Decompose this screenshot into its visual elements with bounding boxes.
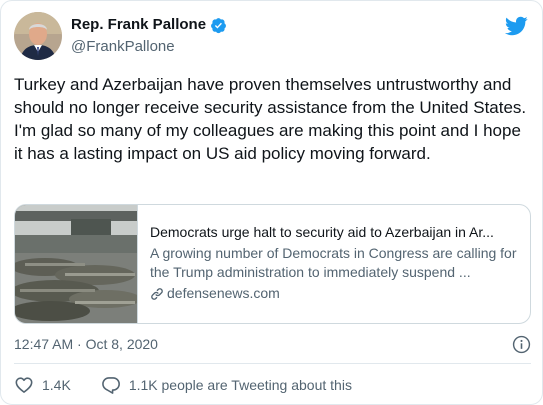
tweet-card: Rep. Frank Pallone @FrankPallone Turkey …: [0, 0, 543, 405]
link-preview-description: A growing number of Democrats in Congres…: [150, 245, 517, 280]
link-preview-card[interactable]: Democrats urge halt to security aid to A…: [14, 204, 531, 324]
link-preview-domain: defensenews.com: [167, 285, 280, 301]
like-button[interactable]: 1.4K: [14, 375, 71, 395]
heart-icon: [15, 377, 33, 393]
divider: [14, 363, 531, 364]
tweet-text: Turkey and Azerbaijan have proven themse…: [14, 75, 527, 163]
info-icon[interactable]: [512, 335, 531, 354]
verified-badge-icon: [210, 17, 227, 34]
link-icon: [151, 287, 163, 300]
tweet-meta: 12:47 AM · Oct 8, 2020: [14, 334, 531, 354]
link-preview-title[interactable]: Democrats urge halt to security aid to A…: [150, 223, 520, 242]
avatar[interactable]: [14, 12, 62, 60]
author-handle[interactable]: @FrankPallone: [71, 37, 227, 57]
link-preview-domain-row: defensenews.com: [150, 284, 520, 303]
action-bar: 1.4K 1.1K people are Tweeting about this: [14, 374, 352, 396]
reply-icon: [101, 377, 120, 394]
author-name[interactable]: Rep. Frank Pallone: [71, 15, 206, 35]
reply-button[interactable]: 1.1K people are Tweeting about this: [101, 375, 352, 395]
like-count: 1.4K: [42, 377, 71, 393]
twitter-bird-icon[interactable]: [504, 14, 528, 38]
link-preview-image: [15, 205, 138, 323]
author-block[interactable]: Rep. Frank Pallone @FrankPallone: [71, 15, 227, 57]
tweet-timestamp[interactable]: 12:47 AM · Oct 8, 2020: [14, 336, 158, 352]
conversation-count: 1.1K people are Tweeting about this: [128, 377, 352, 393]
